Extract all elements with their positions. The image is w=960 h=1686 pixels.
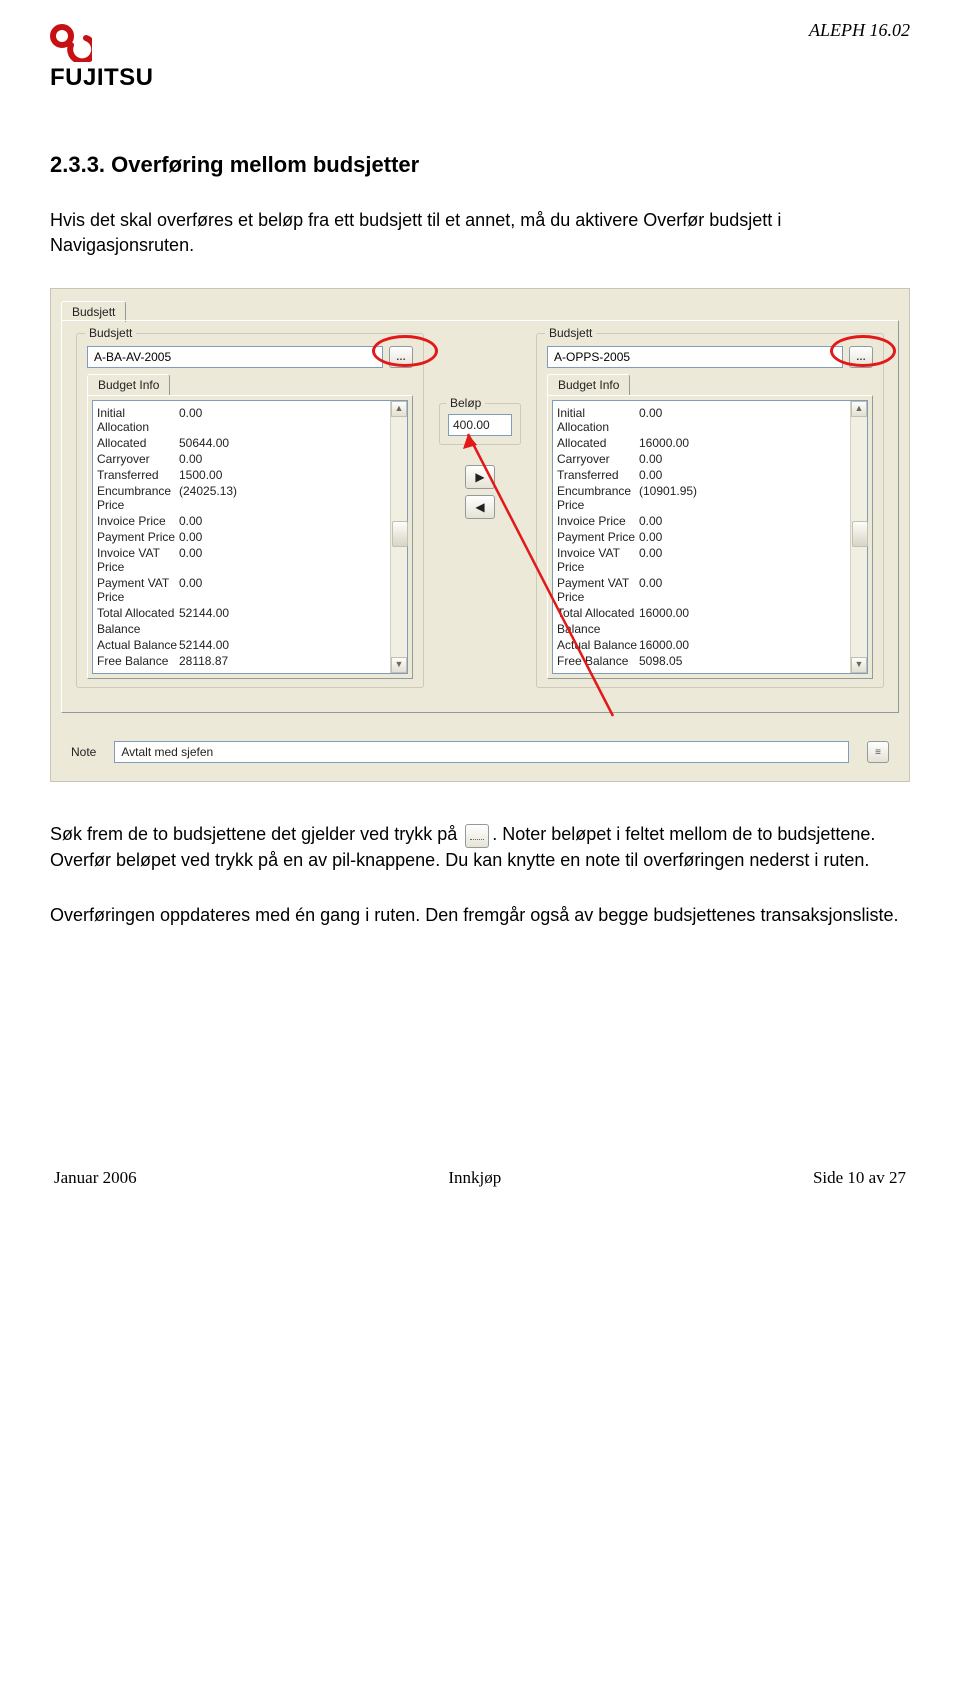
budget-info-row: Actual Balance16000.00 [555, 637, 848, 653]
left-budget-code-input[interactable]: A-BA-AV-2005 [87, 346, 383, 368]
budget-info-row: Invoice VAT Price0.00 [95, 545, 388, 575]
budget-info-row: Payment VAT Price0.00 [555, 575, 848, 605]
annotation-circle-right [830, 335, 896, 367]
left-legend: Budsjett [85, 326, 136, 340]
budget-transfer-window: Budsjett Budsjett A-BA-AV-2005 … Budget … [50, 288, 910, 782]
left-budget-panel: Budsjett A-BA-AV-2005 … Budget Info Init… [76, 333, 424, 688]
transfer-right-button[interactable]: ▶ [465, 465, 495, 489]
scroll-down-icon[interactable]: ▼ [851, 657, 867, 673]
scroll-up-icon[interactable]: ▲ [391, 401, 407, 417]
footer-center: Innkjøp [448, 1168, 501, 1188]
paragraph-1: Hvis det skal overføres et beløp fra ett… [50, 208, 910, 258]
paragraph-2: Søk frem de to budsjettene det gjelder v… [50, 822, 910, 872]
budget-info-row: Balance [95, 621, 388, 637]
left-subtab-budgetinfo[interactable]: Budget Info [87, 374, 170, 395]
scroll-thumb[interactable] [392, 521, 408, 547]
budget-info-row: Invoice VAT Price0.00 [555, 545, 848, 575]
budget-info-row: Payment Price0.00 [95, 529, 388, 545]
budget-info-row: Payment Price0.00 [555, 529, 848, 545]
budget-info-row: Total Allocated16000.00 [555, 605, 848, 621]
header-product: ALEPH 16.02 [809, 20, 910, 41]
budget-info-row: Carryover0.00 [555, 451, 848, 467]
scroll-up-icon[interactable]: ▲ [851, 401, 867, 417]
paragraph-3: Overføringen oppdateres med én gang i ru… [50, 903, 910, 928]
budget-info-row: Invoice Price0.00 [555, 513, 848, 529]
budget-info-row: Initial Allocation0.00 [95, 405, 388, 435]
budget-info-row: Invoice Price0.00 [95, 513, 388, 529]
budget-info-row: Free Balance28118.87 [95, 653, 388, 669]
note-input[interactable]: Avtalt med sjefen [114, 741, 849, 763]
fujitsu-logo: FUJITSU [50, 20, 154, 92]
right-budget-info: Initial Allocation0.00Allocated16000.00C… [553, 401, 850, 673]
amount-label: Beløp [446, 396, 485, 410]
note-label: Note [71, 745, 96, 759]
budget-info-row: Payment VAT Price0.00 [95, 575, 388, 605]
transfer-left-button[interactable]: ◀ [465, 495, 495, 519]
budget-info-row: Actual Balance52144.00 [95, 637, 388, 653]
left-budget-info: Initial Allocation0.00Allocated50644.00C… [93, 401, 390, 673]
browse-button-inline-icon [465, 824, 489, 848]
budget-info-row: Balance [555, 621, 848, 637]
right-budget-panel: Budsjett A-OPPS-2005 … Budget Info Initi… [536, 333, 884, 688]
footer-right: Side 10 av 27 [813, 1168, 906, 1188]
budget-info-row: Initial Allocation0.00 [555, 405, 848, 435]
right-budget-code-input[interactable]: A-OPPS-2005 [547, 346, 843, 368]
section-heading: 2.3.3. Overføring mellom budsjetter [50, 152, 910, 178]
budget-info-row: Free Balance5098.05 [555, 653, 848, 669]
scroll-thumb[interactable] [852, 521, 868, 547]
budget-info-row: Encumbrance Price(24025.13) [95, 483, 388, 513]
left-scrollbar[interactable]: ▲ ▼ [390, 401, 407, 673]
budget-info-row: Total Allocated52144.00 [95, 605, 388, 621]
right-subtab-budgetinfo[interactable]: Budget Info [547, 374, 630, 395]
right-legend: Budsjett [545, 326, 596, 340]
budget-info-row: Allocated16000.00 [555, 435, 848, 451]
scroll-down-icon[interactable]: ▼ [391, 657, 407, 673]
amount-input[interactable]: 400.00 [448, 414, 512, 436]
budget-info-row: Encumbrance Price(10901.95) [555, 483, 848, 513]
budget-info-row: Carryover0.00 [95, 451, 388, 467]
budget-info-row: Transferred1500.00 [95, 467, 388, 483]
note-expand-button[interactable]: ≡ [867, 741, 889, 763]
tab-budsjett[interactable]: Budsjett [61, 301, 126, 322]
footer-left: Januar 2006 [54, 1168, 137, 1188]
annotation-circle-left [372, 335, 438, 367]
budget-info-row: Allocated50644.00 [95, 435, 388, 451]
logo-text: FUJITSU [50, 64, 154, 92]
right-scrollbar[interactable]: ▲ ▼ [850, 401, 867, 673]
transfer-center: Beløp 400.00 ▶ ◀ [438, 333, 522, 525]
budget-info-row: Transferred0.00 [555, 467, 848, 483]
